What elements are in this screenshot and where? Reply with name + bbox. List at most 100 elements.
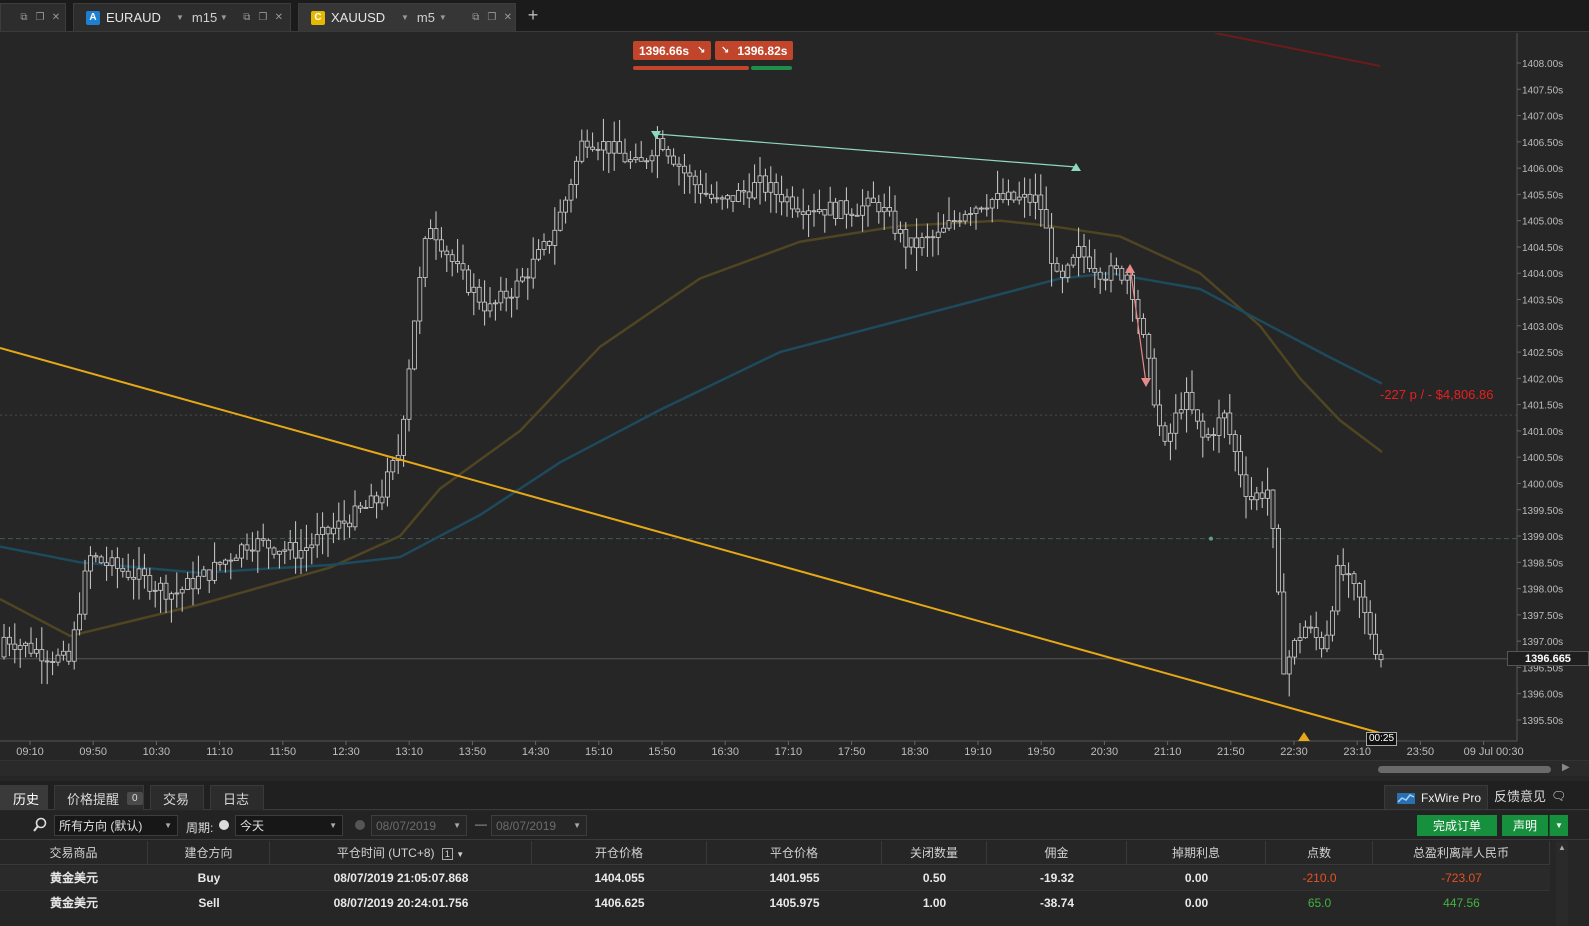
new-tab-plus-icon[interactable]: + bbox=[524, 5, 542, 26]
candle-body bbox=[88, 555, 93, 572]
close-icon[interactable]: ✕ bbox=[274, 12, 284, 23]
table-scrollbar[interactable]: ▲ bbox=[1556, 841, 1568, 926]
chart-canvas[interactable]: 1408.00s 1407.50s 1407.00s 1406.50s 1406.00s… bbox=[0, 33, 1589, 760]
chevron-down-icon[interactable]: ▼ bbox=[439, 13, 447, 22]
candle-body bbox=[44, 660, 50, 663]
candle-body bbox=[628, 159, 633, 163]
price-tick-label: 1399.00s bbox=[1522, 532, 1563, 543]
candle-body bbox=[1022, 193, 1027, 198]
column-header[interactable]: 建仓方向 bbox=[148, 841, 270, 865]
detach-icon[interactable]: ⧉ bbox=[471, 12, 481, 23]
chart-scrollbar[interactable]: ▶ bbox=[0, 760, 1589, 776]
close-icon[interactable]: ✕ bbox=[503, 12, 513, 23]
direction-select[interactable]: 所有方向 (默认) ▼ bbox=[54, 815, 178, 836]
period-radio[interactable] bbox=[219, 820, 229, 830]
price-chart[interactable]: 1408.00s 1407.50s 1407.00s 1406.50s 1406.00s… bbox=[0, 33, 1589, 760]
column-header[interactable]: 佣金 bbox=[987, 841, 1127, 865]
chevron-down-icon[interactable]: ▼ bbox=[176, 13, 184, 22]
candle-body bbox=[482, 301, 488, 312]
date-to-input[interactable]: 08/07/2019 ▼ bbox=[491, 815, 587, 836]
period-select[interactable]: 今天 ▼ bbox=[235, 815, 343, 836]
time-tick-label: 17:50 bbox=[838, 746, 866, 758]
timeframe-label[interactable]: m15 bbox=[192, 10, 220, 25]
table-row[interactable]: 黄金美元 Sell 08/07/2019 20:24:01.756 1406.6… bbox=[0, 890, 1550, 914]
statement-button[interactable]: 声明 bbox=[1502, 815, 1548, 836]
candle-body bbox=[449, 254, 455, 262]
buy-price-button[interactable]: ↘ 1396.82s bbox=[715, 41, 794, 60]
column-header[interactable]: 总盈利离岸人民币 bbox=[1373, 841, 1550, 865]
statement-dropdown-icon[interactable]: ▼ bbox=[1549, 815, 1568, 836]
date-range-radio[interactable] bbox=[355, 820, 365, 830]
candle-body bbox=[703, 192, 709, 195]
candle-body bbox=[1346, 573, 1351, 576]
candle-body bbox=[368, 495, 374, 508]
tab-history[interactable]: 历史 bbox=[0, 785, 48, 810]
tab-trade[interactable]: 交易 bbox=[150, 785, 204, 810]
chart-tab-euraud[interactable]: A EURAUD ▼ m15 ▼ ⧉ ❐ ✕ bbox=[73, 3, 291, 31]
bottom-panel-tabs: 历史 价格提醒 0 交易 日志 FxWire Pro 反馈意见 🗨 bbox=[0, 781, 1589, 810]
candle-body bbox=[1114, 265, 1119, 269]
sell-price-button[interactable]: 1396.66s ↘ bbox=[633, 41, 712, 60]
time-tick-label: 16:30 bbox=[711, 746, 739, 758]
candle-body bbox=[719, 197, 725, 200]
candle-body bbox=[827, 201, 833, 216]
date-separator: — bbox=[475, 817, 487, 831]
restore-icon[interactable]: ❐ bbox=[35, 12, 45, 23]
column-header[interactable]: 开仓价格 bbox=[532, 841, 707, 865]
timeframe-label[interactable]: m5 bbox=[417, 10, 439, 25]
time-tick-label: 11:50 bbox=[269, 746, 296, 758]
candle-body bbox=[1141, 318, 1146, 335]
column-header[interactable]: 交易商品 bbox=[0, 841, 148, 865]
candle-body bbox=[800, 211, 806, 215]
candle-body bbox=[709, 193, 714, 199]
detach-icon[interactable]: ⧉ bbox=[242, 12, 252, 23]
restore-icon[interactable]: ❐ bbox=[487, 12, 497, 23]
cell-open-price: 1406.625 bbox=[594, 896, 645, 910]
detach-icon[interactable]: ⧉ bbox=[19, 12, 29, 23]
scroll-up-icon[interactable]: ▲ bbox=[1558, 843, 1566, 852]
symbol-badge: A bbox=[86, 10, 100, 25]
price-tick-label: 1398.50s bbox=[1522, 558, 1563, 569]
chevron-down-icon[interactable]: ▼ bbox=[401, 13, 409, 22]
fxwire-pro-button[interactable]: FxWire Pro bbox=[1384, 785, 1488, 810]
price-tick-label: 1407.50s bbox=[1522, 85, 1563, 96]
cell-swap: 0.00 bbox=[1184, 871, 1209, 885]
price-tick-label: 1403.50s bbox=[1522, 296, 1563, 307]
column-header[interactable]: 掉期利息 bbox=[1127, 841, 1266, 865]
candle-body bbox=[617, 141, 622, 154]
candle-body bbox=[417, 277, 423, 322]
candle-body bbox=[1281, 591, 1287, 675]
time-tick-label: 09:10 bbox=[16, 746, 44, 758]
column-header[interactable]: 关闭数量 bbox=[882, 841, 987, 865]
date-from-input[interactable]: 08/07/2019 ▼ bbox=[371, 815, 467, 836]
table-row[interactable]: 黄金美元 Buy 08/07/2019 21:05:07.868 1404.05… bbox=[0, 866, 1550, 890]
column-header[interactable]: 点数 bbox=[1266, 841, 1373, 865]
close-icon[interactable]: ✕ bbox=[51, 12, 61, 23]
candle-body bbox=[341, 520, 347, 524]
chevron-down-icon[interactable]: ▼ bbox=[220, 13, 228, 22]
cell-commission: -38.74 bbox=[1039, 896, 1075, 910]
tab-journal[interactable]: 日志 bbox=[210, 785, 264, 810]
tab-price-alerts[interactable]: 价格提醒 0 bbox=[54, 785, 144, 810]
complete-order-button[interactable]: 完成订单 bbox=[1417, 815, 1497, 836]
candle-body bbox=[330, 527, 336, 535]
scroll-right-icon[interactable]: ▶ bbox=[1562, 762, 1570, 773]
candle-body bbox=[741, 190, 747, 193]
price-tick-label: 1404.50s bbox=[1522, 243, 1563, 254]
search-icon[interactable] bbox=[32, 817, 48, 833]
candle-body bbox=[725, 195, 730, 200]
candle-body bbox=[714, 197, 720, 200]
scrollbar-thumb[interactable] bbox=[1378, 766, 1551, 773]
price-tick-label: 1398.00s bbox=[1522, 585, 1563, 596]
candle-body bbox=[336, 520, 342, 529]
column-header[interactable]: 平仓价格 bbox=[707, 841, 882, 865]
candle-body bbox=[1173, 412, 1179, 434]
column-header-close-time[interactable]: 平仓时间 (UTC+8) 1 ▼ bbox=[270, 841, 532, 865]
time-tick-label: 21:10 bbox=[1154, 746, 1182, 758]
chart-tab-xauusd[interactable]: C XAUUSD ▼ m5 ▼ ⧉ ❐ ✕ bbox=[298, 3, 516, 31]
restore-icon[interactable]: ❐ bbox=[258, 12, 268, 23]
feedback-button[interactable]: 反馈意见 🗨 bbox=[1494, 783, 1566, 808]
candle-body bbox=[492, 302, 498, 305]
candle-body bbox=[606, 141, 612, 154]
chart-tab-0[interactable]: ⧉ ❐ ✕ bbox=[0, 3, 66, 31]
